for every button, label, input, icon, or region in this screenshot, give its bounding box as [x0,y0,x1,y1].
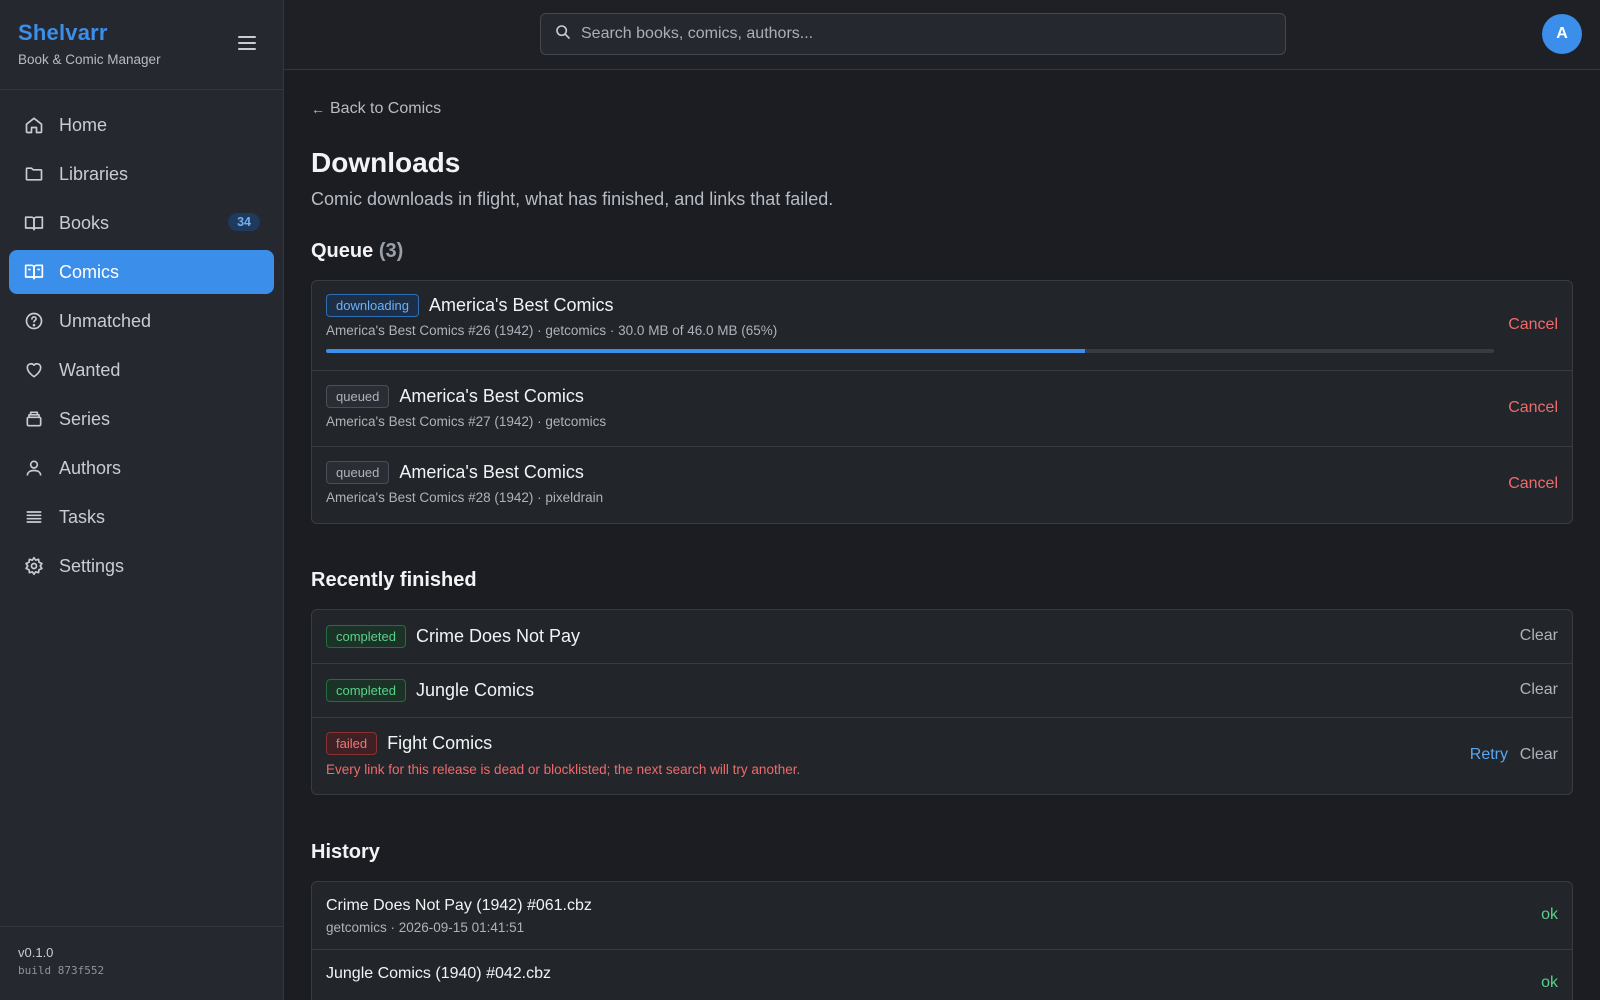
avatar[interactable]: A [1542,14,1582,54]
sidebar-item-settings[interactable]: Settings [9,544,274,588]
sidebar-item-label: Authors [59,457,122,478]
cancel-button[interactable]: Cancel [1508,475,1558,493]
queue-count: (3) [378,240,404,262]
status-badge: completed [326,679,406,702]
retry-button[interactable]: Retry [1470,746,1508,764]
history-item: Jungle Comics (1940) #042.cbz ok [312,950,1572,1000]
sidebar-item-label: Comics [59,261,120,282]
item-title: America's Best Comics [399,462,584,482]
cancel-button[interactable]: Cancel [1508,399,1558,417]
history-file: Jungle Comics (1940) #042.cbz [326,965,552,982]
sidebar-item-label: Series [59,408,111,429]
app-name[interactable]: Shelvarr [18,20,265,46]
queue-list: downloading America's Best Comics Americ… [311,280,1573,524]
sidebar-item-label: Tasks [59,506,106,527]
page-title: Downloads [311,147,461,178]
comic-icon [23,261,45,283]
finished-title: Recently finished [311,569,477,591]
sidebar-item-authors[interactable]: Authors [9,446,274,490]
download-progress-bar [326,349,1494,353]
page-description: Comic downloads in flight, what has fini… [311,189,834,209]
sidebar-item-tasks[interactable]: Tasks [9,495,274,539]
search-box[interactable] [540,13,1286,55]
download-progress-fill [326,349,1086,353]
app-subtitle: Book & Comic Manager [18,52,161,67]
item-detail: America's Best Comics #26 (1942) · getco… [326,323,778,338]
book-icon [23,212,45,234]
heart-icon [23,359,45,381]
books-count-badge: 34 [228,213,260,231]
history-file: Crime Does Not Pay (1942) #061.cbz [326,897,592,914]
item-title: Jungle Comics [415,680,535,700]
sidebar-item-label: Home [59,114,108,135]
sidebar-item-books[interactable]: Books 34 [9,201,274,245]
queue-heading: Queue (3) [311,240,1573,263]
main-content: ← Back to Comics Downloads Comic downloa… [284,70,1600,1000]
item-title: Fight Comics [387,733,493,753]
item-title: Crime Does Not Pay [415,626,581,646]
queue-item: downloading America's Best Comics Americ… [312,281,1572,371]
sidebar-item-label: Wanted [59,359,121,380]
history-title: History [311,841,380,863]
sidebar-item-wanted[interactable]: Wanted [9,348,274,392]
history-result: ok [1541,974,1558,991]
sidebar-item-home[interactable]: Home [9,103,274,147]
item-title: America's Best Comics [399,386,584,406]
search-input[interactable] [581,25,1261,43]
sidebar: Shelvarr Book & Comic Manager Home Libra… [0,0,284,1000]
sidebar-item-label: Settings [59,555,125,576]
clear-button[interactable]: Clear [1520,681,1558,699]
status-badge: queued [326,385,390,408]
sidebar-item-label: Books [59,212,110,233]
finished-item: completed Jungle Comics Clear [312,664,1572,718]
search-icon [555,24,571,45]
back-link-label: Back to Comics [330,100,442,117]
sidebar-item-unmatched[interactable]: Unmatched [9,299,274,343]
user-icon [23,457,45,479]
history-list: Crime Does Not Pay (1942) #061.cbz getco… [311,881,1573,1000]
folder-icon [23,163,45,185]
sidebar-item-comics[interactable]: Comics [9,250,274,294]
sidebar-nav: Home Libraries Books 34 Comics Unmatched… [0,90,283,588]
queue-item: queued America's Best Comics America's B… [312,371,1572,447]
topbar: A [284,0,1600,70]
cancel-button[interactable]: Cancel [1508,316,1558,334]
status-badge: queued [326,461,390,484]
queue-item: queued America's Best Comics America's B… [312,447,1572,523]
brand: Shelvarr Book & Comic Manager [0,0,283,90]
sidebar-footer: v0.1.0 build 873f552 [0,926,283,1000]
status-badge: failed [326,732,378,755]
menu-icon[interactable] [237,34,257,52]
back-link[interactable]: ← Back to Comics [311,100,441,118]
gear-icon [23,555,45,577]
list-icon [23,506,45,528]
item-detail: America's Best Comics #28 (1942) · pixel… [326,490,604,505]
item-detail: America's Best Comics #27 (1942) · getco… [326,414,607,429]
clear-button[interactable]: Clear [1520,746,1558,764]
question-icon [23,310,45,332]
history-meta: getcomics · 2026-09-15 01:41:51 [326,920,525,935]
sidebar-item-libraries[interactable]: Libraries [9,152,274,196]
queue-title: Queue [311,240,374,262]
stack-icon [23,408,45,430]
app-version: v0.1.0 [18,945,54,960]
finished-item: completed Crime Does Not Pay Clear [312,610,1572,664]
item-title: America's Best Comics [429,295,614,315]
sidebar-item-label: Libraries [59,163,129,184]
home-icon [23,114,45,136]
finished-item: failed Fight Comics Every link for this … [312,718,1572,794]
clear-button[interactable]: Clear [1520,627,1558,645]
status-badge: completed [326,625,406,648]
arrow-left-icon: ← [311,101,325,117]
sidebar-item-label: Unmatched [59,310,152,331]
history-item: Crime Does Not Pay (1942) #061.cbz getco… [312,882,1572,950]
finished-list: completed Crime Does Not Pay Clear compl… [311,609,1573,795]
status-badge: downloading [326,294,420,317]
error-message: Every link for this release is dead or b… [326,762,801,777]
sidebar-item-series[interactable]: Series [9,397,274,441]
history-result: ok [1541,906,1558,923]
app-build: build 873f552 [18,964,105,977]
